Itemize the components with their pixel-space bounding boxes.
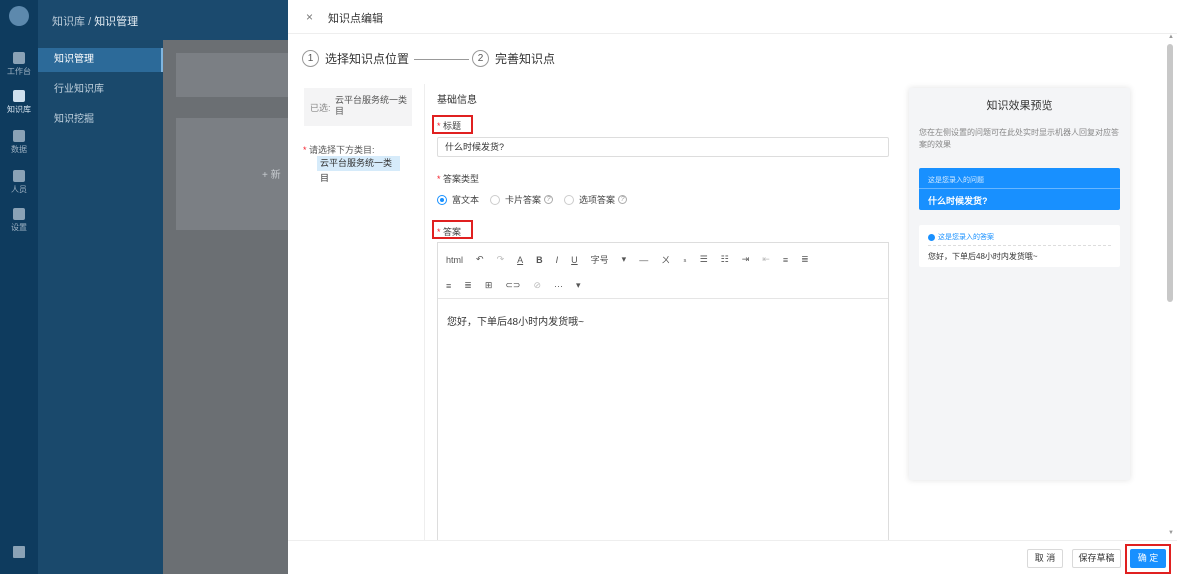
underline-icon[interactable]: U [571, 255, 578, 265]
step-2[interactable]: 2 完善知识点 [472, 50, 555, 67]
drawer-header: × 知识点编辑 [288, 0, 1177, 34]
menu-item-industry-kb[interactable]: 行业知识库 [38, 78, 163, 102]
undo-icon[interactable]: ↶ [476, 254, 484, 265]
side-menu: 知识管理 行业知识库 知识挖掘 [38, 0, 163, 574]
drawer-title: 知识点编辑 [328, 13, 383, 25]
background-add-label: + 新 [262, 170, 281, 181]
bold-icon[interactable]: B [536, 255, 543, 265]
align-right-icon[interactable]: ≡ [446, 281, 451, 291]
horizontal-rule-icon[interactable]: — [639, 255, 648, 265]
table-icon[interactable]: ⊞ [485, 280, 493, 291]
rail-item-data[interactable]: 数据 [0, 130, 38, 155]
step-connector [414, 59, 469, 60]
align-center-icon[interactable]: ≣ [801, 254, 809, 265]
preview-question-card: 这是您录入的问题 什么时候发货? [919, 168, 1120, 210]
menu-item-knowledge-manage[interactable]: 知识管理 [38, 48, 163, 72]
font-size-select[interactable]: 字号 [591, 253, 609, 266]
scroll-up-arrow-icon[interactable]: ▲ [1168, 34, 1174, 40]
people-icon [13, 170, 25, 182]
link-icon[interactable]: ⊂⊃ [505, 280, 520, 291]
info-icon [928, 233, 935, 241]
title-label: * 标题 [437, 121, 462, 131]
breadcrumb-root[interactable]: 知识库 [52, 16, 85, 28]
answer-label: * 答案 [437, 227, 462, 237]
italic-icon[interactable]: I [556, 255, 559, 265]
rail-item-people[interactable]: 人员 [0, 170, 38, 195]
app-rail: 工作台 知识库 数据 人员 设置 [0, 0, 38, 574]
preview-answer: 您好，下单后48小时内发货哦~ [928, 252, 1038, 261]
knowledge-edit-drawer: × 知识点编辑 1 选择知识点位置 2 完善知识点 已选: 云平台服务统一类目 … [288, 0, 1177, 574]
help-icon[interactable]: ? [618, 195, 628, 204]
radio-rich-text[interactable]: 富文本 [437, 193, 479, 206]
preview-title: 知识效果预览 [986, 100, 1053, 112]
editor-content[interactable]: 您好，下单后48小时内发货哦~ [447, 313, 584, 328]
help-icon[interactable]: ? [544, 195, 554, 204]
chart-icon [13, 130, 25, 142]
more-icon[interactable]: ··· [554, 281, 563, 291]
preview-question: 什么时候发货? [928, 196, 988, 206]
background-card [176, 53, 288, 97]
breadcrumb-current: 知识管理 [94, 16, 139, 28]
breadcrumb: 知识库 / 知识管理 [52, 16, 139, 28]
scrollbar-thumb[interactable] [1167, 44, 1173, 302]
drawer-footer: 取 消 保存草稿 确 定 [288, 540, 1177, 574]
rich-text-editor: html ↶ ↷ A B I U 字号 ▾ — ㄨ ₛ ☰ ☷ ⇥ ⇤ ≡ ≣ … [437, 242, 889, 542]
save-draft-button[interactable]: 保存草稿 [1072, 549, 1121, 568]
selected-category-value: 云平台服务统一类目 [335, 95, 408, 116]
menu-item-knowledge-mining[interactable]: 知识挖掘 [38, 108, 163, 132]
editor-toolbar: html ↶ ↷ A B I U 字号 ▾ — ㄨ ₛ ☰ ☷ ⇥ ⇤ ≡ ≣ … [438, 243, 888, 299]
top-bar: 知识库 / 知识管理 [38, 0, 288, 40]
rail-item-knowledge[interactable]: 知识库 [0, 90, 38, 115]
toolbar-row-1: html ↶ ↷ A B I U 字号 ▾ — ㄨ ₛ ☰ ☷ ⇥ ⇤ ≡ ≣ [446, 253, 822, 266]
workbench-icon [13, 52, 25, 64]
chevron-down-icon[interactable]: ▾ [576, 280, 581, 291]
category-label: * 请选择下方类目: [303, 145, 375, 155]
bullet-list-icon[interactable]: ☰ [700, 254, 708, 265]
radio-option-answer[interactable]: 选项答案? [564, 193, 628, 206]
unlink-icon[interactable]: ⊘ [533, 280, 541, 291]
align-justify-icon[interactable]: ≣ [464, 280, 472, 291]
preview-panel: 知识效果预览 您在左侧设置的问题可在此处实时显示机器人回复对应答案的效果 这是您… [909, 88, 1130, 480]
column-divider [424, 84, 425, 544]
align-left-icon[interactable]: ≡ [783, 255, 788, 265]
radio-card-answer[interactable]: 卡片答案? [490, 193, 554, 206]
close-icon[interactable]: × [306, 10, 313, 24]
background-card: + 新 [176, 118, 288, 230]
html-mode-button[interactable]: html [446, 255, 463, 265]
step-1[interactable]: 1 选择知识点位置 [302, 50, 409, 67]
scroll-down-arrow-icon[interactable]: ▼ [1168, 530, 1174, 536]
chevron-down-icon[interactable]: ▾ [622, 254, 627, 265]
rail-item-workbench[interactable]: 工作台 [0, 52, 38, 77]
clear-format-icon[interactable]: ㄨ [661, 253, 670, 266]
toolbar-row-2: ≡ ≣ ⊞ ⊂⊃ ⊘ ··· ▾ [446, 280, 594, 291]
gear-icon [13, 208, 25, 220]
apps-grid-icon[interactable] [13, 546, 25, 558]
title-input[interactable]: 什么时候发货? [437, 137, 889, 157]
section-title: 基础信息 [437, 95, 477, 106]
strikethrough-icon[interactable]: ₛ [683, 254, 686, 265]
confirm-button[interactable]: 确 定 [1130, 549, 1166, 568]
preview-description: 您在左侧设置的问题可在此处实时显示机器人回复对应答案的效果 [919, 128, 1119, 149]
cancel-button[interactable]: 取 消 [1027, 549, 1063, 568]
font-color-icon[interactable]: A [517, 255, 523, 265]
outdent-icon[interactable]: ⇤ [762, 254, 770, 265]
logo-icon [9, 6, 29, 26]
knowledge-icon [13, 90, 25, 102]
category-tree-item[interactable]: 云平台服务统一类目 [317, 156, 400, 183]
answer-type-group: 富文本 卡片答案? 选项答案? [437, 193, 638, 206]
redo-icon[interactable]: ↷ [497, 254, 505, 265]
indent-icon[interactable]: ⇥ [742, 254, 750, 265]
selected-category-box: 已选: 云平台服务统一类目 [304, 88, 412, 126]
answer-type-label: * 答案类型 [437, 174, 480, 184]
preview-answer-card: 这是您录入的答案 您好，下单后48小时内发货哦~ [919, 225, 1120, 267]
ordered-list-icon[interactable]: ☷ [721, 254, 729, 265]
rail-item-settings[interactable]: 设置 [0, 208, 38, 233]
